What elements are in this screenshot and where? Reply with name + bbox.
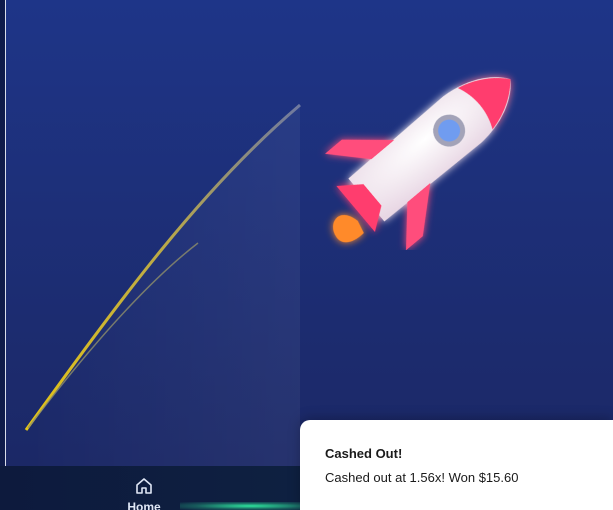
nav-active-glow <box>180 502 320 510</box>
home-icon <box>122 476 166 498</box>
game-area <box>0 0 613 466</box>
cashout-toast: Cashed Out! Cashed out at 1.56x! Won $15… <box>300 420 613 510</box>
nav-item-home-label: Home <box>127 500 161 510</box>
rocket-icon <box>324 77 511 250</box>
trail-shadow-area <box>26 105 300 466</box>
nav-item-home[interactable]: Home <box>122 476 166 510</box>
toast-message: Cashed out at 1.56x! Won $15.60 <box>325 470 519 485</box>
rocket-flame <box>333 215 364 243</box>
toast-title: Cashed Out! <box>325 446 403 461</box>
